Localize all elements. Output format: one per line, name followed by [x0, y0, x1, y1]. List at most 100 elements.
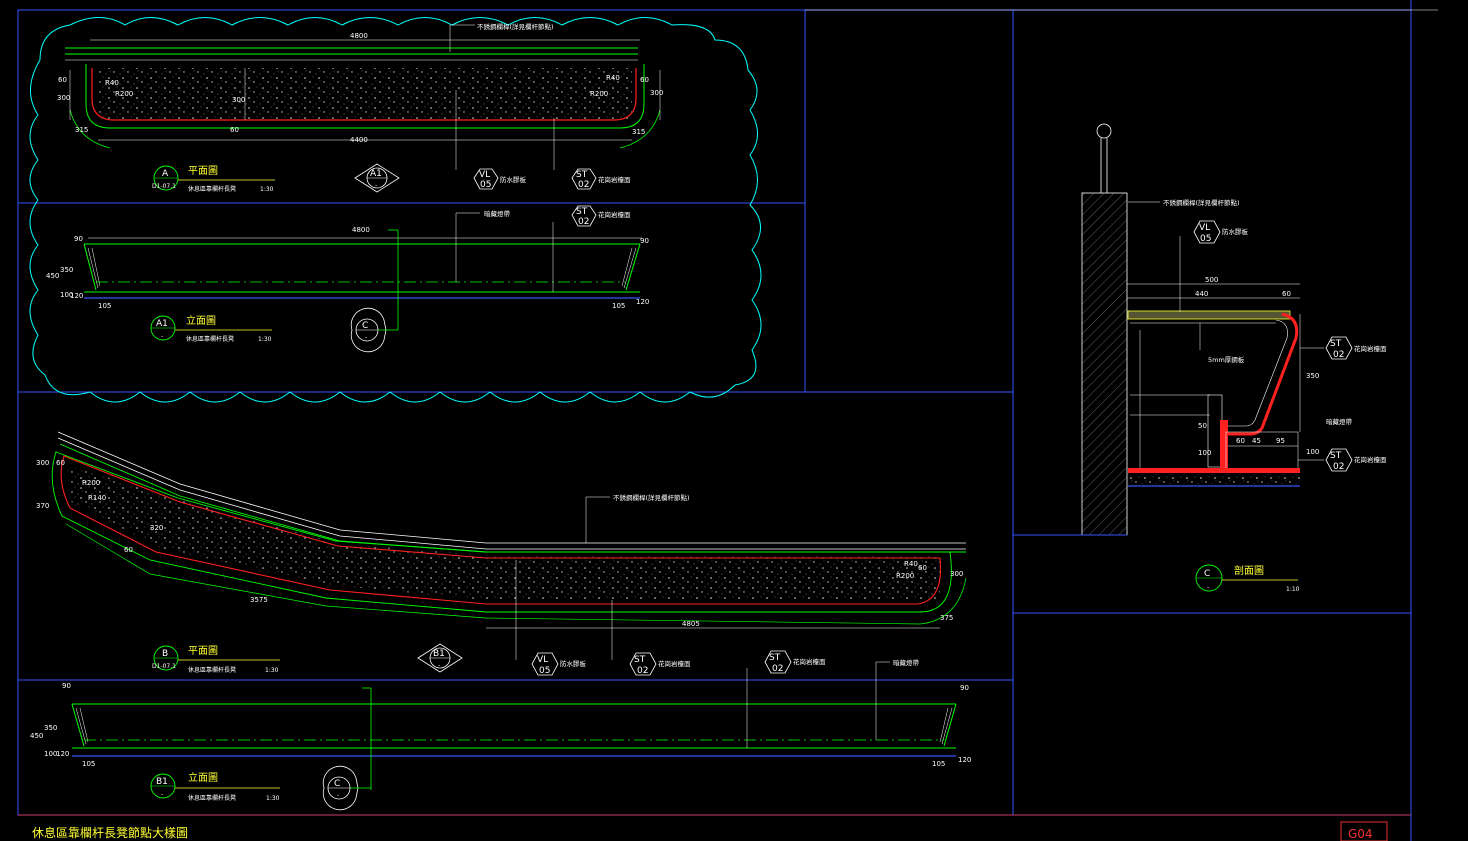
dim-100-c-right: 100: [1306, 448, 1319, 456]
radius-r200-right: R200: [590, 90, 608, 98]
view-title-section-c: C - 剖面圖 1:10: [1195, 564, 1300, 593]
svg-text:平面圖: 平面圖: [188, 165, 218, 177]
dim-105-b1-right: 105: [932, 760, 945, 768]
note-rail: 不銹鋼欄桿(詳見欄杆節點): [477, 22, 554, 31]
svg-text:休息區靠欄杆長凳: 休息區靠欄杆長凳: [186, 335, 234, 343]
svg-text:休息區靠欄杆長凳: 休息區靠欄杆長凳: [188, 185, 236, 193]
svg-text:02: 02: [1333, 462, 1344, 472]
dim-300-left: 300: [57, 94, 70, 102]
svg-text:1:30: 1:30: [260, 186, 274, 193]
svg-text:B: B: [162, 649, 168, 659]
dim-120-right-a1: 120: [636, 298, 649, 306]
material-tag-st02-c-upper: ST 02 花崗岩檯面: [1325, 336, 1387, 360]
svg-text:05: 05: [539, 666, 550, 676]
dim-50-c: 50: [1198, 422, 1207, 430]
plan-a-view: 4800 4400 不銹鋼欄桿(詳見欄杆節點) 60 300 R40 R200 …: [57, 22, 663, 170]
svg-text:休息區靠欄杆長凳: 休息區靠欄杆長凳: [188, 666, 236, 674]
dim-120-a1: 120: [70, 292, 83, 300]
sheet-number: G04: [1348, 827, 1373, 841]
dim-60-b-right: 60: [918, 564, 927, 572]
dim-105-b1-left: 105: [82, 760, 95, 768]
svg-text:ST: ST: [769, 653, 781, 663]
dim-440-c: 440: [1195, 290, 1208, 298]
svg-text:ST: ST: [1330, 339, 1342, 349]
dim-60-c-bottom: 60: [1236, 437, 1245, 445]
svg-text:A1: A1: [370, 169, 382, 179]
dim-350-a1: 350: [60, 266, 73, 274]
material-tag-st02-b1: ST 02 花崗岩檯面: [764, 650, 826, 674]
svg-text:防水膠板: 防水膠板: [1222, 227, 1249, 236]
dim-90-b1-left: 90: [62, 682, 71, 690]
svg-text:-: -: [161, 333, 163, 340]
note-light-b1: 暗藏燈帶: [893, 658, 920, 667]
note-light-a1: 暗藏燈帶: [484, 209, 511, 218]
plan-b-view: 不銹鋼欄桿(詳見欄杆節點) 4805 3575 300 60 R200 R140…: [36, 431, 967, 660]
radius-r40-right: R40: [606, 74, 620, 82]
material-tag-st02-b: ST 02 花崗岩檯面: [629, 652, 691, 676]
section-marker-a1: A1 -: [354, 163, 400, 193]
svg-text:02: 02: [772, 664, 783, 674]
svg-text:-: -: [337, 792, 339, 799]
svg-text:02: 02: [637, 666, 648, 676]
svg-text:立面圖: 立面圖: [186, 314, 216, 327]
dim-100-c-left: 100: [1198, 449, 1211, 457]
svg-text:1:30: 1:30: [266, 795, 280, 802]
svg-text:花崗岩檯面: 花崗岩檯面: [1354, 344, 1387, 353]
svg-text:-: -: [438, 662, 440, 669]
note-ledge-c: 暗藏燈帶: [1326, 417, 1353, 426]
svg-text:02: 02: [578, 217, 589, 227]
note-rail-b: 不銹鋼欄桿(詳見欄杆節點): [613, 493, 690, 502]
svg-text:花崗岩檯面: 花崗岩檯面: [793, 657, 826, 666]
svg-text:立面圖: 立面圖: [188, 771, 218, 784]
dim-320-b: 320: [150, 524, 163, 532]
svg-text:ST: ST: [576, 170, 588, 180]
dim-4400: 4400: [350, 136, 368, 144]
svg-text:B1: B1: [433, 649, 445, 659]
svg-text:C: C: [1204, 569, 1210, 579]
material-tag-st02-a1: ST 02 花崗岩檯面: [571, 205, 631, 227]
dim-300-mid: 300: [232, 96, 245, 104]
svg-text:-: -: [365, 334, 367, 341]
dim-120-b1-right: 120: [958, 756, 971, 764]
svg-text:VL: VL: [1199, 223, 1210, 233]
view-title-plan-b: B D1-07.1 平面圖 休息區靠欄杆長凳 1:30: [152, 645, 280, 674]
elevation-a1-view: 4800 暗藏燈帶 450 350 100 90 120 105 105 90 …: [46, 209, 649, 330]
dim-300-b-right: 300: [950, 570, 963, 578]
dim-350-c: 350: [1306, 372, 1319, 380]
view-title-elev-b1: B1 - 立面圖 休息區靠欄杆長凳 1:30: [150, 771, 280, 802]
svg-text:D1-07.1: D1-07.1: [152, 183, 176, 190]
radius-r40-left: R40: [105, 79, 119, 87]
radius-r200-left: R200: [115, 90, 133, 98]
dim-60-b-left: 60: [56, 459, 65, 467]
note-rail-c: 不銹鋼欄桿(詳見欄杆節點): [1163, 198, 1240, 207]
dim-450-a1: 450: [46, 272, 59, 280]
dim-90-a1: 90: [74, 235, 83, 243]
dim-60-c-top: 60: [1282, 290, 1291, 298]
section-marker-c-a1: C -: [350, 307, 398, 353]
svg-text:VL: VL: [537, 655, 548, 665]
svg-text:-: -: [375, 182, 377, 189]
svg-text:1:10: 1:10: [1286, 586, 1300, 593]
svg-text:05: 05: [480, 180, 491, 190]
dim-300-right: 300: [650, 89, 663, 97]
cad-drawing-sheet: 4800 4400 不銹鋼欄桿(詳見欄杆節點) 60 300 R40 R200 …: [17, 0, 1438, 841]
view-title-plan-a: A D1-07.1 平面圖 休息區靠欄杆長凳 1:30: [152, 165, 275, 193]
svg-text:花崗岩檯面: 花崗岩檯面: [598, 175, 631, 184]
svg-text:C: C: [362, 321, 368, 331]
svg-text:B1: B1: [156, 777, 168, 787]
svg-text:花崗岩檯面: 花崗岩檯面: [598, 210, 631, 219]
svg-text:防水膠板: 防水膠板: [560, 659, 587, 668]
svg-text:剖面圖: 剖面圖: [1234, 564, 1264, 577]
material-tag-vl05-b: VL 05 防水膠板: [531, 652, 587, 676]
material-tag-vl05-c: VL 05 防水膠板: [1193, 220, 1249, 244]
svg-text:D1-07.1: D1-07.1: [152, 663, 176, 670]
dim-90-right-a1: 90: [640, 237, 649, 245]
svg-text:ST: ST: [576, 207, 588, 217]
radius-r200-b: R200: [82, 479, 100, 487]
dim-500-c: 500: [1205, 276, 1218, 284]
dim-4800-a1: 4800: [352, 226, 370, 234]
dim-60-right: 60: [640, 76, 649, 84]
svg-text:A: A: [162, 169, 169, 179]
dim-60-left: 60: [58, 76, 67, 84]
dim-370-b: 370: [36, 502, 49, 510]
